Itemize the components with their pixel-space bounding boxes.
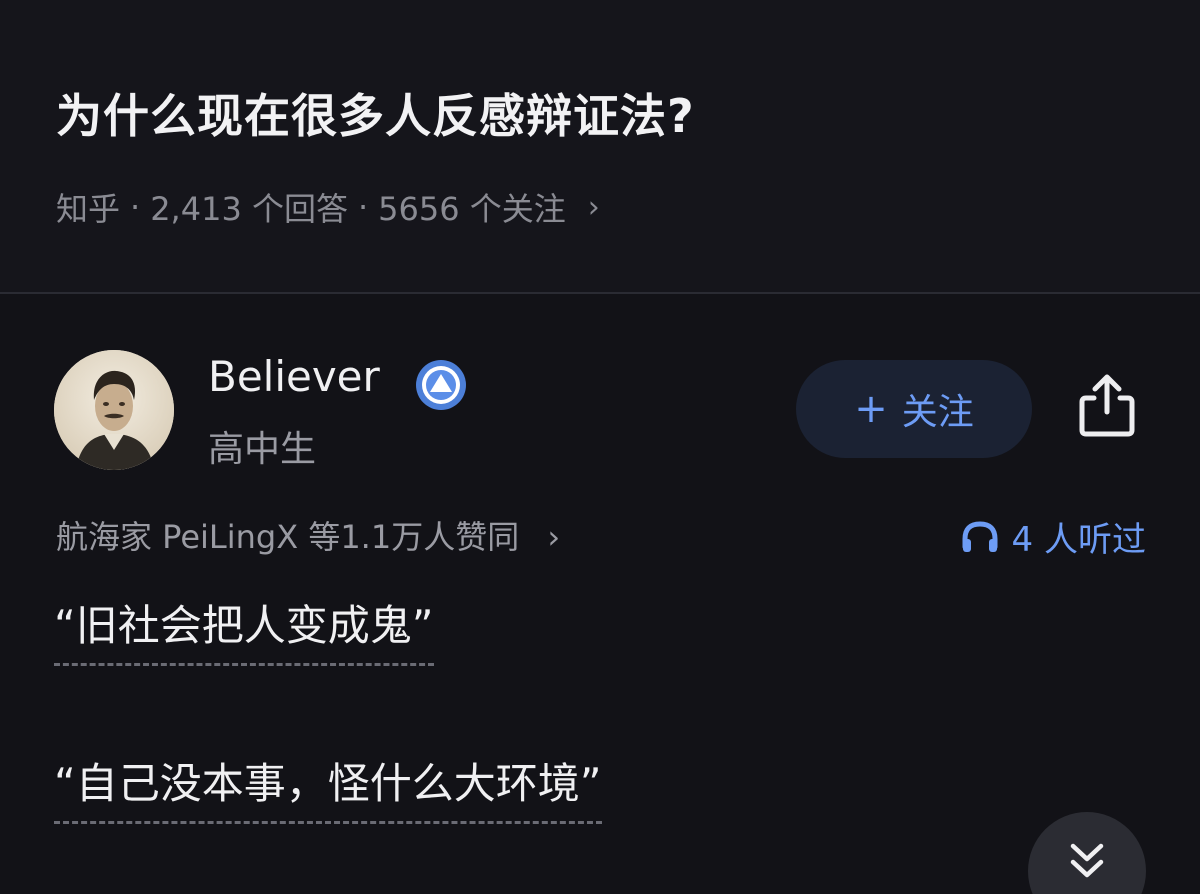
question-meta[interactable]: 知乎 · 2,413 个回答 · 5656 个关注 ›	[56, 184, 600, 230]
question-source: 知乎	[56, 190, 121, 228]
double-chevron-down-icon	[1070, 843, 1104, 878]
upvote-text: 航海家 PeiLingX 等1.1万人赞同	[56, 518, 520, 556]
question-header: 为什么现在很多人反感辩证法? 知乎 · 2,413 个回答 · 5656 个关注…	[0, 0, 1200, 292]
upvote-summary[interactable]: 航海家 PeiLingX 等1.1万人赞同 ›	[56, 512, 560, 558]
follow-label: 关注	[901, 392, 974, 433]
headphones-icon	[962, 520, 998, 552]
chevron-right-icon: ›	[547, 518, 561, 556]
answer-count: 2,413 个回答	[150, 190, 348, 228]
meta-separator: ·	[357, 188, 369, 226]
answer-quote[interactable]: “旧社会把人变成鬼”	[54, 592, 434, 666]
share-icon[interactable]	[1072, 370, 1142, 440]
verified-badge-icon	[414, 358, 468, 412]
question-title[interactable]: 为什么现在很多人反感辩证法?	[56, 80, 695, 146]
follower-count: 5656 个关注	[378, 190, 566, 228]
answer-card: Believer 高中生 + 关注 航海家 PeiLingX 等1.1万人赞同 …	[0, 294, 1200, 894]
plus-icon: +	[854, 386, 888, 432]
follow-button[interactable]: + 关注	[796, 360, 1032, 458]
listen-count: 4 人听过	[1011, 520, 1146, 560]
chevron-right-icon: ›	[587, 189, 600, 225]
author-description: 高中生	[208, 429, 317, 470]
zhihu-page: 为什么现在很多人反感辩证法? 知乎 · 2,413 个回答 · 5656 个关注…	[0, 0, 1200, 894]
listen-info[interactable]: 4 人听过	[960, 512, 1146, 561]
meta-separator: ·	[130, 188, 141, 226]
avatar[interactable]	[54, 350, 174, 470]
answer-quote[interactable]: “自己没本事，怪什么大环境”	[54, 750, 602, 824]
author-name[interactable]: Believer	[208, 352, 380, 401]
